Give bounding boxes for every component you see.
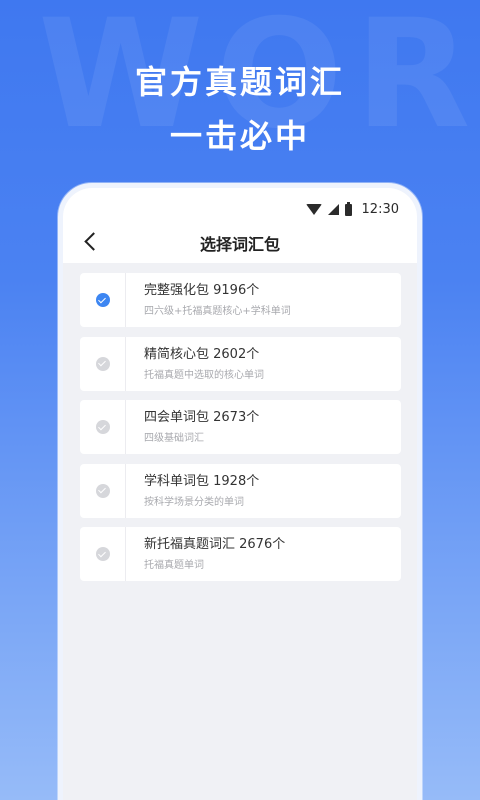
page-title: 选择词汇包 <box>199 235 280 254</box>
package-name: 新托福真题词汇 2676个 <box>144 537 286 552</box>
package-item-subject[interactable]: 学科单词包 1928个 按科学场景分类的单词 <box>80 463 401 518</box>
check-circle-icon <box>95 293 110 307</box>
package-item-basic[interactable]: 四会单词包 2673个 四级基础词汇 <box>80 400 401 454</box>
package-desc: 按科学场景分类的单词 <box>144 496 244 508</box>
package-checkbox[interactable] <box>80 400 126 454</box>
promo-title-line2: 一击必中 <box>169 117 310 155</box>
check-circle-icon <box>95 547 110 561</box>
package-checkbox[interactable] <box>80 463 126 518</box>
nav-bar: 选择词汇包 <box>63 223 417 263</box>
package-desc: 托福真题单词 <box>144 560 204 571</box>
package-checkbox[interactable] <box>80 336 126 391</box>
phone-mockup: 12:30 选择词汇包 完整强化包 9196个 四六级+托福真题核心+学科单词 … <box>58 183 422 800</box>
package-desc: 托福真题中选取的核心单词 <box>144 369 264 381</box>
package-checkbox[interactable] <box>80 273 126 327</box>
status-icons: 12:30 <box>305 201 399 217</box>
package-name: 精简核心包 2602个 <box>144 346 260 362</box>
package-desc: 四六级+托福真题核心+学科单词 <box>144 306 291 317</box>
promo-headline: 官方真题词汇 一击必中 <box>0 58 480 160</box>
status-bar: 12:30 <box>63 188 417 223</box>
package-list: 完整强化包 9196个 四六级+托福真题核心+学科单词 精简核心包 2602个 … <box>63 263 417 581</box>
package-item-complete[interactable]: 完整强化包 9196个 四六级+托福真题核心+学科单词 <box>80 273 401 327</box>
package-name: 完整强化包 9196个 <box>144 283 260 298</box>
package-desc: 四级基础词汇 <box>144 433 204 444</box>
package-item-toefl[interactable]: 新托福真题词汇 2676个 托福真题单词 <box>80 527 401 581</box>
check-circle-icon <box>95 420 110 434</box>
battery-icon <box>344 201 352 216</box>
promo-title-line1: 官方真题词汇 <box>134 63 345 101</box>
package-name: 学科单词包 1928个 <box>144 473 260 489</box>
status-time: 12:30 <box>361 202 399 217</box>
wifi-icon <box>305 204 322 215</box>
check-circle-icon <box>95 483 110 498</box>
package-checkbox[interactable] <box>80 527 126 581</box>
back-arrow-icon[interactable] <box>84 232 103 251</box>
package-name: 四会单词包 2673个 <box>144 410 260 425</box>
signal-icon <box>327 204 339 215</box>
check-circle-icon <box>95 356 110 371</box>
package-item-core[interactable]: 精简核心包 2602个 托福真题中选取的核心单词 <box>80 336 401 391</box>
